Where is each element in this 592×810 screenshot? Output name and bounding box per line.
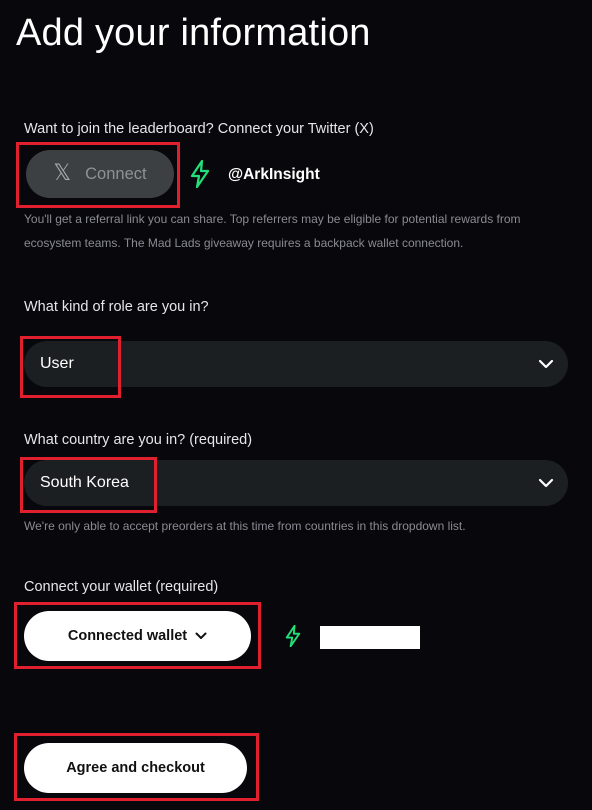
role-highlight: [20, 336, 121, 398]
chevron-down-icon: [195, 632, 207, 639]
wallet-label: Connect your wallet (required): [24, 579, 219, 595]
connected-wallet-label: Connected wallet: [67, 628, 188, 644]
country-help-text: We're only able to accept preorders at t…: [24, 519, 466, 533]
redacted-wallet-address: [320, 626, 420, 649]
bolt-icon: [190, 160, 210, 188]
twitter-help-line-2: ecosystem teams. The Mad Lads giveaway r…: [24, 236, 464, 250]
role-label: What kind of role are you in?: [24, 299, 209, 315]
twitter-help-text: You'll get a referral link you can share…: [24, 207, 584, 255]
agree-checkout-button[interactable]: Agree and checkout: [24, 743, 247, 793]
country-label: What country are you in? (required): [24, 432, 253, 448]
chevron-down-icon: [538, 478, 554, 488]
x-logo-icon: 𝕏: [53, 161, 72, 186]
twitter-connect-button[interactable]: 𝕏 Connect: [26, 150, 174, 198]
twitter-help-line-1: You'll get a referral link you can share…: [24, 212, 521, 226]
twitter-connect-label: Connect: [85, 164, 147, 183]
connected-wallet-button[interactable]: Connected wallet: [24, 611, 251, 661]
agree-checkout-label: Agree and checkout: [66, 760, 205, 776]
country-highlight: [20, 457, 157, 513]
twitter-handle: @ArkInsight: [228, 166, 320, 183]
page-title: Add your information: [16, 12, 371, 54]
chevron-down-icon: [538, 359, 554, 369]
bolt-icon: [285, 625, 301, 647]
twitter-label: Want to join the leaderboard? Connect yo…: [24, 121, 374, 137]
